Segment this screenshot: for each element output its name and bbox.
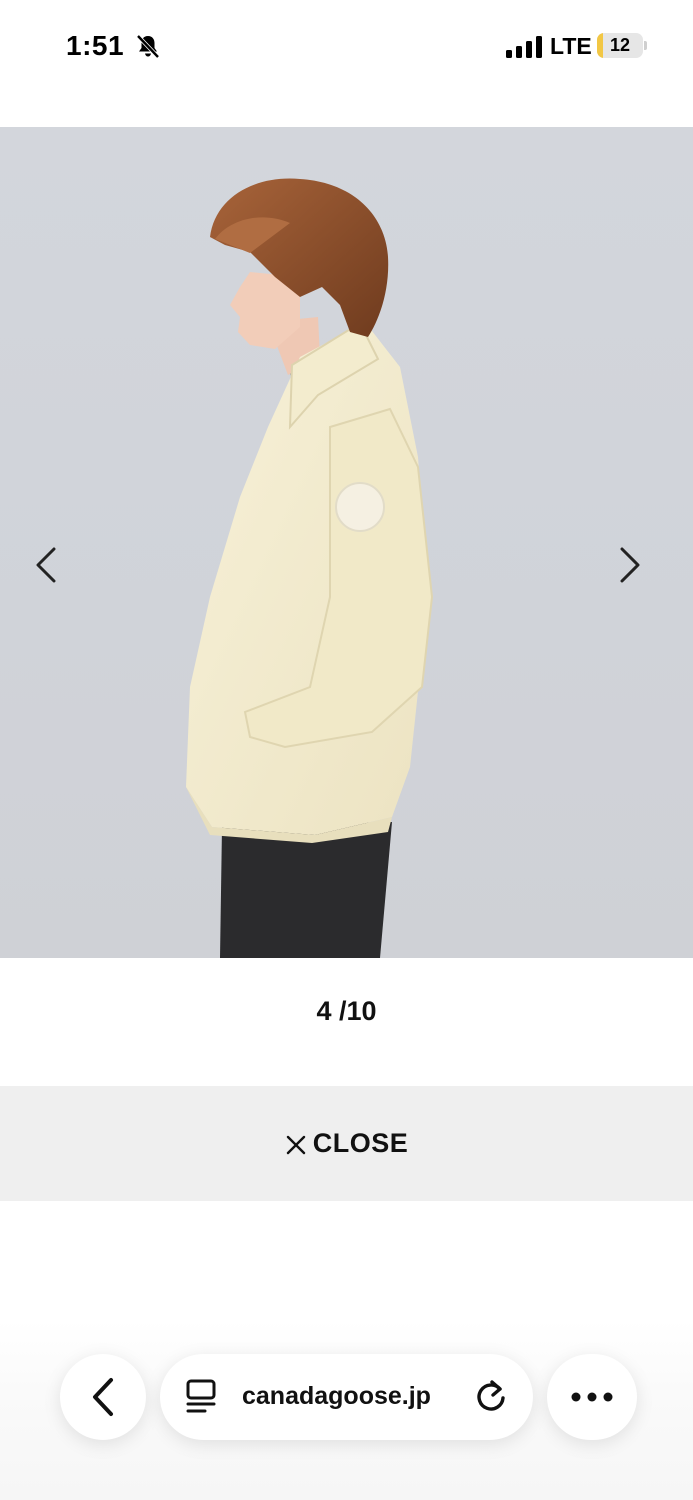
counter-separator: / xyxy=(331,996,347,1026)
next-image-button[interactable] xyxy=(618,547,658,597)
previous-image-button[interactable] xyxy=(34,547,74,597)
close-button[interactable]: CLOSE xyxy=(0,1086,693,1201)
reader-mode-icon xyxy=(186,1379,216,1413)
browser-back-button[interactable] xyxy=(60,1354,146,1440)
bell-slash-icon xyxy=(136,34,160,59)
chevron-left-icon xyxy=(93,1378,113,1416)
network-type: LTE xyxy=(550,33,592,59)
status-bar: 1:51 LTE 12 xyxy=(0,0,693,95)
more-options-button[interactable] xyxy=(547,1354,637,1440)
total-image-count: 10 xyxy=(346,996,377,1026)
chevron-right-icon xyxy=(620,547,640,583)
status-time: 1:51 xyxy=(66,30,125,61)
address-bar[interactable]: canadagoose.jp xyxy=(160,1354,533,1440)
product-photo xyxy=(0,127,693,958)
current-image-number: 4 xyxy=(316,996,332,1026)
battery-icon: 12 xyxy=(597,33,643,58)
image-counter: 4 /10 xyxy=(0,996,693,1027)
battery-cap xyxy=(644,41,647,50)
url-text: canadagoose.jp xyxy=(242,1382,431,1410)
more-icon xyxy=(571,1392,613,1402)
close-icon xyxy=(286,1135,305,1154)
battery-percent: 12 xyxy=(609,35,631,55)
model-photo-illustration xyxy=(186,178,434,958)
signal-icon xyxy=(506,36,542,58)
chevron-left-icon xyxy=(36,547,56,583)
close-label: CLOSE xyxy=(312,1128,409,1158)
reload-icon[interactable] xyxy=(473,1378,509,1414)
